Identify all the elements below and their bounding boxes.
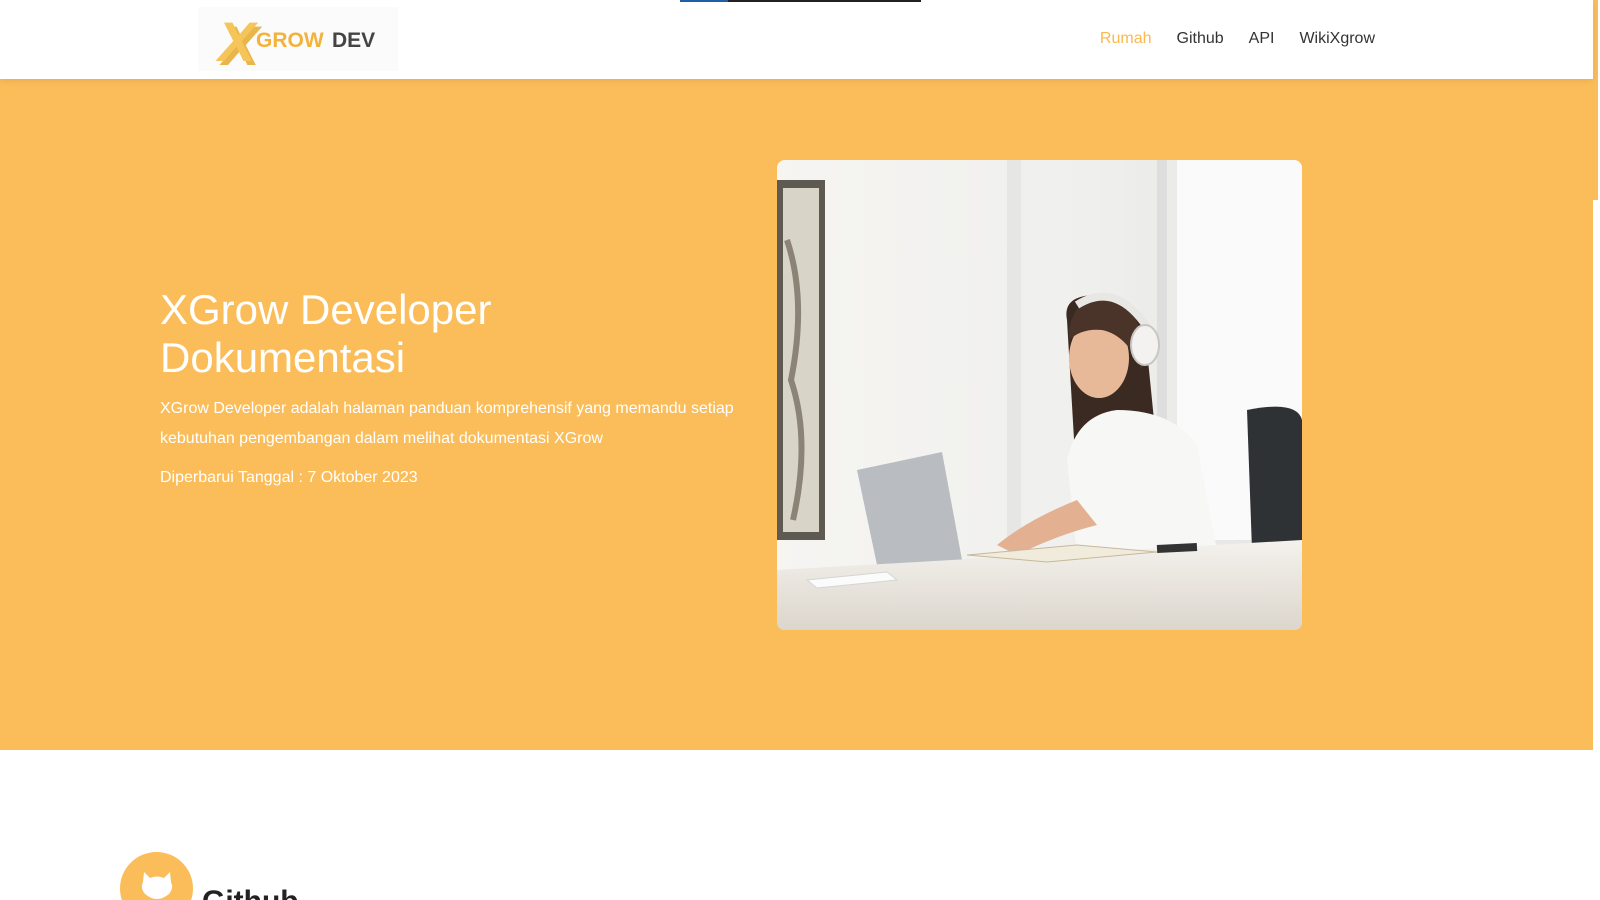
scroll-progress-fill <box>680 0 729 2</box>
logo-grow: GROW <box>256 29 324 52</box>
hero-updated-date: Diperbarui Tanggal : 7 Oktober 2023 <box>160 469 418 486</box>
page-scrollbar[interactable] <box>1593 0 1600 900</box>
woman-laptop-photo <box>777 160 1302 630</box>
hero-section: XGrow Developer Dokumentasi XGrow Develo… <box>0 79 1593 750</box>
scrollbar-thumb[interactable] <box>1593 0 1598 200</box>
github-icon <box>141 872 173 899</box>
nav-link-rumah[interactable]: Rumah <box>1100 29 1152 49</box>
section-title-github: Github <box>202 885 299 900</box>
logo-graphic: X X GROW DEV <box>215 10 375 71</box>
hero-description: XGrow Developer adalah halaman panduan k… <box>160 400 734 447</box>
logo-x: X <box>215 10 259 71</box>
navbar: X X GROW DEV Rumah Github API WikiXgrow <box>0 0 1593 79</box>
nav-link-github[interactable]: Github <box>1177 29 1224 49</box>
nav-link-wikixgrow[interactable]: WikiXgrow <box>1299 29 1375 49</box>
github-feature-badge <box>120 852 193 900</box>
logo-dev: DEV <box>332 29 375 52</box>
scroll-progress-bar <box>680 0 921 2</box>
main-nav: Rumah Github API WikiXgrow <box>1100 29 1375 49</box>
hero-title: XGrow Developer Dokumentasi <box>160 286 492 381</box>
hero-image <box>777 160 1302 630</box>
page: X X GROW DEV Rumah Github API WikiXgrow … <box>0 0 1600 900</box>
xgrowdev-logo[interactable]: X X GROW DEV <box>198 7 398 71</box>
nav-link-api[interactable]: API <box>1249 29 1275 49</box>
